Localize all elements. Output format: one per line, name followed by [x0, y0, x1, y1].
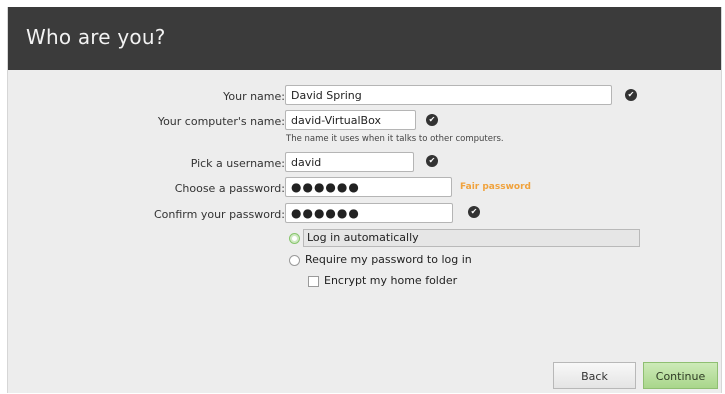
page-title: Who are you?: [26, 25, 166, 49]
password-label: Choose a password:: [174, 182, 285, 195]
computer-name-input[interactable]: [285, 110, 416, 130]
password-input[interactable]: [285, 177, 452, 197]
name-valid-check-icon: ✔: [625, 89, 637, 101]
require-password-label: Require my password to log in: [305, 253, 472, 266]
confirm-password-label: Confirm your password:: [153, 208, 285, 221]
computer-name-valid-check-icon: ✔: [426, 114, 438, 126]
login-auto-label: Log in automatically: [307, 231, 419, 244]
confirm-password-input[interactable]: [285, 203, 453, 223]
login-auto-radio[interactable]: [289, 233, 300, 244]
installer-window: Who are you? Your name: ✔ Your computer'…: [7, 7, 722, 393]
encrypt-home-checkbox[interactable]: [308, 276, 319, 287]
username-label: Pick a username:: [190, 157, 285, 170]
username-valid-check-icon: ✔: [426, 155, 438, 167]
continue-button[interactable]: Continue: [643, 362, 718, 389]
require-password-radio[interactable]: [289, 255, 300, 266]
name-input[interactable]: [285, 85, 612, 105]
password-strength: Fair password: [460, 182, 531, 192]
name-label: Your name:: [223, 90, 285, 103]
computer-name-hint: The name it uses when it talks to other …: [286, 134, 504, 144]
username-input[interactable]: [285, 152, 414, 172]
computer-name-label: Your computer's name:: [157, 115, 285, 128]
confirm-password-valid-check-icon: ✔: [468, 206, 480, 218]
header-bar: Who are you?: [8, 7, 721, 70]
encrypt-home-label: Encrypt my home folder: [324, 274, 458, 287]
back-button[interactable]: Back: [553, 362, 636, 389]
